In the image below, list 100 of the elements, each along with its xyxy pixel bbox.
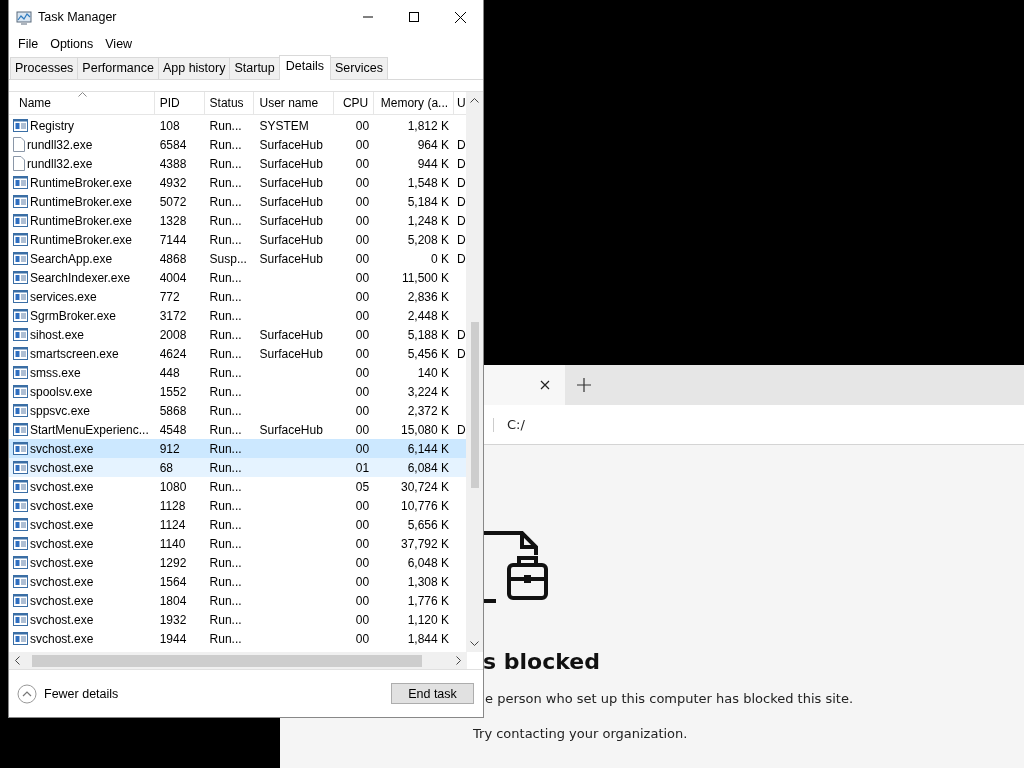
- column-header[interactable]: Status: [204, 92, 255, 114]
- app-window-icon: [13, 632, 28, 645]
- table-cell: SurfaceHub: [259, 327, 323, 342]
- table-cell: Run...: [209, 593, 242, 608]
- column-header[interactable]: Name: [9, 92, 155, 114]
- table-row[interactable]: rundll32.exe 6584 Run... SurfaceHub 00 964 K D: [9, 135, 467, 154]
- tab[interactable]: Performance: [77, 57, 159, 79]
- table-row[interactable]: svchost.exe 1124 Run... 00 5,656 K: [9, 515, 467, 534]
- table-cell: 15,080 K: [401, 422, 450, 437]
- new-tab-icon[interactable]: [577, 378, 591, 392]
- collapse-icon[interactable]: [17, 683, 37, 704]
- scroll-down-icon[interactable]: [470, 641, 479, 646]
- table-cell: 1080: [159, 479, 187, 494]
- table-row[interactable]: services.exe 772 Run... 00 2,836 K: [9, 287, 467, 306]
- tab[interactable]: Services: [330, 57, 388, 79]
- table-row[interactable]: svchost.exe 1292 Run... 00 6,048 K: [9, 553, 467, 572]
- app-window-icon: [13, 518, 28, 531]
- tab[interactable]: App history: [157, 57, 231, 79]
- tab[interactable]: Processes: [10, 57, 79, 79]
- table-cell: 00: [355, 422, 370, 437]
- table-cell: Run...: [209, 574, 242, 589]
- table-row[interactable]: svchost.exe 1080 Run... 05 30,724 K: [9, 477, 467, 496]
- table-cell: 00: [355, 593, 370, 608]
- table-row[interactable]: SearchIndexer.exe 4004 Run... 00 11,500 K: [9, 268, 467, 287]
- column-header[interactable]: CPU: [334, 92, 375, 114]
- table-cell: SearchApp.exe: [30, 251, 113, 266]
- close-icon: [454, 11, 466, 23]
- table-cell: D: [457, 156, 466, 171]
- close-icon[interactable]: [540, 380, 550, 390]
- scroll-left-icon[interactable]: [15, 656, 20, 665]
- table-row[interactable]: SearchApp.exe 4868 Susp... SurfaceHub 00 0 K D: [9, 249, 467, 268]
- column-header[interactable]: PID: [154, 92, 205, 114]
- table-cell: D: [457, 194, 466, 209]
- table-cell: 1124: [159, 517, 186, 532]
- app-window-icon: [13, 214, 28, 227]
- table-cell: SearchIndexer.exe: [30, 270, 131, 285]
- tab[interactable]: Details: [278, 55, 331, 80]
- table-row[interactable]: RuntimeBroker.exe 4932 Run... SurfaceHub 00 1,548 K D: [9, 173, 467, 192]
- table-row[interactable]: svchost.exe 1128 Run... 00 10,776 K: [9, 496, 467, 515]
- column-header[interactable]: User name: [254, 92, 335, 114]
- menu-item[interactable]: View: [99, 36, 139, 51]
- monitor-chart-icon: [16, 9, 32, 25]
- table-cell: 4004: [159, 270, 187, 285]
- table-cell: 00: [355, 137, 370, 152]
- scroll-up-icon[interactable]: [470, 98, 479, 103]
- scroll-right-icon[interactable]: [456, 656, 461, 665]
- table-row[interactable]: sihost.exe 2008 Run... SurfaceHub 00 5,188 K D: [9, 325, 467, 344]
- table-row[interactable]: svchost.exe 68 Run... 01 6,084 K: [9, 458, 467, 477]
- app-window-icon: [13, 328, 28, 341]
- horizontal-scrollbar[interactable]: [9, 652, 467, 669]
- table-row[interactable]: RuntimeBroker.exe 7144 Run... SurfaceHub 00 5,208 K D: [9, 230, 467, 249]
- table-cell: SurfaceHub: [259, 422, 323, 437]
- tab[interactable]: Startup: [229, 57, 280, 79]
- table-row[interactable]: svchost.exe 1944 Run... 00 1,844 K: [9, 629, 467, 648]
- scroll-thumb[interactable]: [32, 654, 422, 667]
- end-task-button[interactable]: End task: [391, 683, 474, 704]
- table-cell: 00: [355, 517, 370, 532]
- table-row[interactable]: RuntimeBroker.exe 1328 Run... SurfaceHub 00 1,248 K D: [9, 211, 467, 230]
- table-row[interactable]: svchost.exe 1804 Run... 00 1,776 K: [9, 591, 467, 610]
- table-cell: 00: [355, 365, 370, 380]
- table-cell: 1128: [159, 498, 186, 513]
- message-text: e person who set up this computer has blocked this site.: [485, 691, 855, 706]
- table-row[interactable]: smss.exe 448 Run... 00 140 K: [9, 363, 467, 382]
- column-header[interactable]: Memory (a...: [374, 92, 455, 114]
- table-row[interactable]: smartscreen.exe 4624 Run... SurfaceHub 00 5,456 K D: [9, 344, 467, 363]
- table-row[interactable]: SgrmBroker.exe 3172 Run... 00 2,448 K: [9, 306, 467, 325]
- table-cell: SurfaceHub: [259, 213, 323, 228]
- table-cell: 1,776 K: [407, 593, 450, 608]
- vertical-scrollbar[interactable]: [466, 92, 483, 652]
- fewer-details-link[interactable]: Fewer details: [44, 686, 119, 701]
- table-row[interactable]: svchost.exe 1140 Run... 00 37,792 K: [9, 534, 467, 553]
- table-row[interactable]: svchost.exe 1932 Run... 00 1,120 K: [9, 610, 467, 629]
- table-cell: 6,144 K: [407, 441, 450, 456]
- column-header[interactable]: U: [454, 92, 467, 114]
- table-row[interactable]: svchost.exe 1564 Run... 00 1,308 K: [9, 572, 467, 591]
- table-cell: svchost.exe: [30, 536, 94, 551]
- table-row[interactable]: sppsvc.exe 5868 Run... 00 2,372 K: [9, 401, 467, 420]
- table-cell: D: [457, 213, 466, 228]
- table-cell: 6584: [159, 137, 187, 152]
- table-cell: svchost.exe: [30, 631, 94, 646]
- table-cell: 00: [355, 156, 370, 171]
- table-cell: 4548: [159, 422, 187, 437]
- table-cell: Run...: [209, 232, 242, 247]
- app-window-icon: [13, 176, 28, 189]
- menu-item[interactable]: File: [12, 36, 45, 51]
- table-row[interactable]: rundll32.exe 4388 Run... SurfaceHub 00 944 K D: [9, 154, 467, 173]
- table-cell: 00: [355, 346, 370, 361]
- table-row[interactable]: RuntimeBroker.exe 5072 Run... SurfaceHub 00 5,184 K D: [9, 192, 467, 211]
- app-window-icon: [13, 461, 28, 474]
- table-row[interactable]: Registry 108 Run... SYSTEM 00 1,812 K: [9, 116, 467, 135]
- menu-item[interactable]: Options: [44, 36, 100, 51]
- scroll-thumb[interactable]: [470, 322, 479, 488]
- table-cell: svchost.exe: [30, 517, 94, 532]
- table-cell: 00: [355, 289, 370, 304]
- app-window-icon: [13, 290, 28, 303]
- table-row[interactable]: StartMenuExperienc... 4548 Run... SurfaceHub 00 15,080 K D: [9, 420, 467, 439]
- table-row[interactable]: svchost.exe 912 Run... 00 6,144 K: [9, 439, 467, 458]
- table-cell: sppsvc.exe: [30, 403, 91, 418]
- table-row[interactable]: spoolsv.exe 1552 Run... 00 3,224 K: [9, 382, 467, 401]
- table-cell: svchost.exe: [30, 479, 94, 494]
